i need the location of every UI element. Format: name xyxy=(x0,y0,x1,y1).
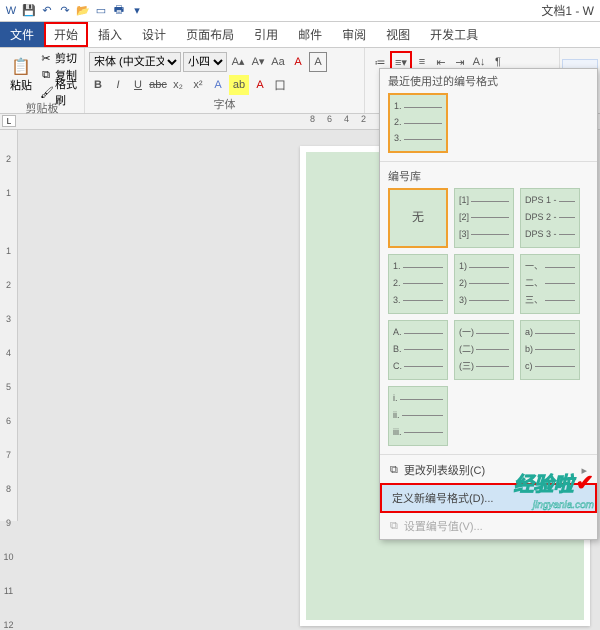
cut-button[interactable]: ✂剪切 xyxy=(40,50,80,66)
numbering-swatch[interactable]: DPS 1 -DPS 2 -DPS 3 - xyxy=(520,188,580,248)
highlight-button[interactable]: ab xyxy=(229,75,249,95)
numbering-swatch[interactable]: A.B.C. xyxy=(388,320,448,380)
qat-dropdown-icon[interactable]: ▾ xyxy=(128,2,146,20)
change-case-button[interactable]: Aa xyxy=(269,52,287,72)
word-app-icon: W xyxy=(2,2,20,20)
font-color-button[interactable]: A xyxy=(251,75,269,95)
font-group: 宋体 (中文正文 小四 A▴ A▾ Aa A A B I U abc x₂ x²… xyxy=(85,48,365,113)
format-painter-button[interactable]: 🖌格式刷 xyxy=(40,84,80,100)
font-name-select[interactable]: 宋体 (中文正文 xyxy=(89,52,181,72)
set-value-icon: ⧉ xyxy=(390,520,398,533)
tab-review[interactable]: 审阅 xyxy=(332,22,376,47)
undo-icon[interactable]: ↶ xyxy=(38,2,56,20)
watermark-text: 经验啦 xyxy=(514,468,574,497)
redo-icon[interactable]: ↷ xyxy=(56,2,74,20)
document-title: 文档1 - W xyxy=(541,2,598,19)
numbering-library: 无 [1][2][3]DPS 1 -DPS 2 -DPS 3 - 1.2.3.1)… xyxy=(380,186,597,452)
open-icon[interactable]: 📂 xyxy=(74,2,92,20)
numbering-none[interactable]: 无 xyxy=(388,188,448,248)
tab-design[interactable]: 设计 xyxy=(132,22,176,47)
list-level-icon: ⧉ xyxy=(390,464,398,477)
tab-selector[interactable]: L xyxy=(2,115,16,127)
clipboard-group: 📋 粘贴 ✂剪切 ⧉复制 🖌格式刷 剪贴板 xyxy=(0,48,85,113)
tab-mailings[interactable]: 邮件 xyxy=(288,22,332,47)
watermark: 经验啦 ✔ xyxy=(514,468,594,497)
bold-button[interactable]: B xyxy=(89,75,107,95)
tab-layout[interactable]: 页面布局 xyxy=(176,22,244,47)
tab-developer[interactable]: 开发工具 xyxy=(420,22,488,47)
font-group-label: 字体 xyxy=(89,96,360,113)
phonetic-button[interactable]: A xyxy=(289,52,307,72)
paste-button[interactable]: 📋 粘贴 xyxy=(4,50,38,100)
underline-button[interactable]: U xyxy=(129,75,147,95)
subscript-button[interactable]: x₂ xyxy=(169,75,187,95)
paste-icon: 📋 xyxy=(11,57,31,77)
recent-numbering-swatch[interactable]: 1. 2. 3. xyxy=(388,93,448,153)
save-icon[interactable]: 💾 xyxy=(20,2,38,20)
italic-button[interactable]: I xyxy=(109,75,127,95)
strikethrough-button[interactable]: abc xyxy=(149,75,167,95)
numbering-swatch[interactable]: [1][2][3] xyxy=(454,188,514,248)
watermark-check-icon: ✔ xyxy=(576,470,594,496)
numbering-swatch[interactable]: 一、二、三、 xyxy=(520,254,580,314)
watermark-url: jingyanla.com xyxy=(533,500,594,511)
char-border-button[interactable]: 囗 xyxy=(271,75,289,95)
tab-file[interactable]: 文件 xyxy=(0,22,44,47)
numbering-swatch[interactable]: i.ii.iii. xyxy=(388,386,448,446)
vertical-ruler: 21123456789101112 xyxy=(0,130,18,521)
title-bar: W 💾 ↶ ↷ 📂 ▭ 🖶 ▾ 文档1 - W xyxy=(0,0,600,22)
copy-icon: ⧉ xyxy=(40,69,52,82)
paste-label: 粘贴 xyxy=(10,77,32,93)
numbering-swatch[interactable]: 1)2)3) xyxy=(454,254,514,314)
ribbon-tabs: 文件 开始 插入 设计 页面布局 引用 邮件 审阅 视图 开发工具 xyxy=(0,22,600,48)
tab-view[interactable]: 视图 xyxy=(376,22,420,47)
cut-icon: ✂ xyxy=(40,52,52,65)
numbering-swatch[interactable]: a)b)c) xyxy=(520,320,580,380)
ruler-ticks: 8642 xyxy=(310,114,366,124)
numbering-swatch[interactable]: (一)(二)(三) xyxy=(454,320,514,380)
format-painter-icon: 🖌 xyxy=(40,86,52,99)
grow-font-button[interactable]: A▴ xyxy=(229,52,247,72)
superscript-button[interactable]: x² xyxy=(189,75,207,95)
tab-insert[interactable]: 插入 xyxy=(88,22,132,47)
library-section-label: 编号库 xyxy=(380,164,597,186)
font-size-select[interactable]: 小四 xyxy=(183,52,227,72)
clear-formatting-button[interactable]: A xyxy=(309,52,327,72)
recent-section-label: 最近使用过的编号格式 xyxy=(380,69,597,91)
shrink-font-button[interactable]: A▾ xyxy=(249,52,267,72)
set-numbering-value-item[interactable]: ⧉ 设置编号值(V)... xyxy=(380,513,597,539)
tab-home[interactable]: 开始 xyxy=(44,22,88,47)
print-icon[interactable]: 🖶 xyxy=(110,2,128,20)
tab-references[interactable]: 引用 xyxy=(244,22,288,47)
new-icon[interactable]: ▭ xyxy=(92,2,110,20)
text-effects-button[interactable]: A xyxy=(209,75,227,95)
numbering-swatch[interactable]: 1.2.3. xyxy=(388,254,448,314)
